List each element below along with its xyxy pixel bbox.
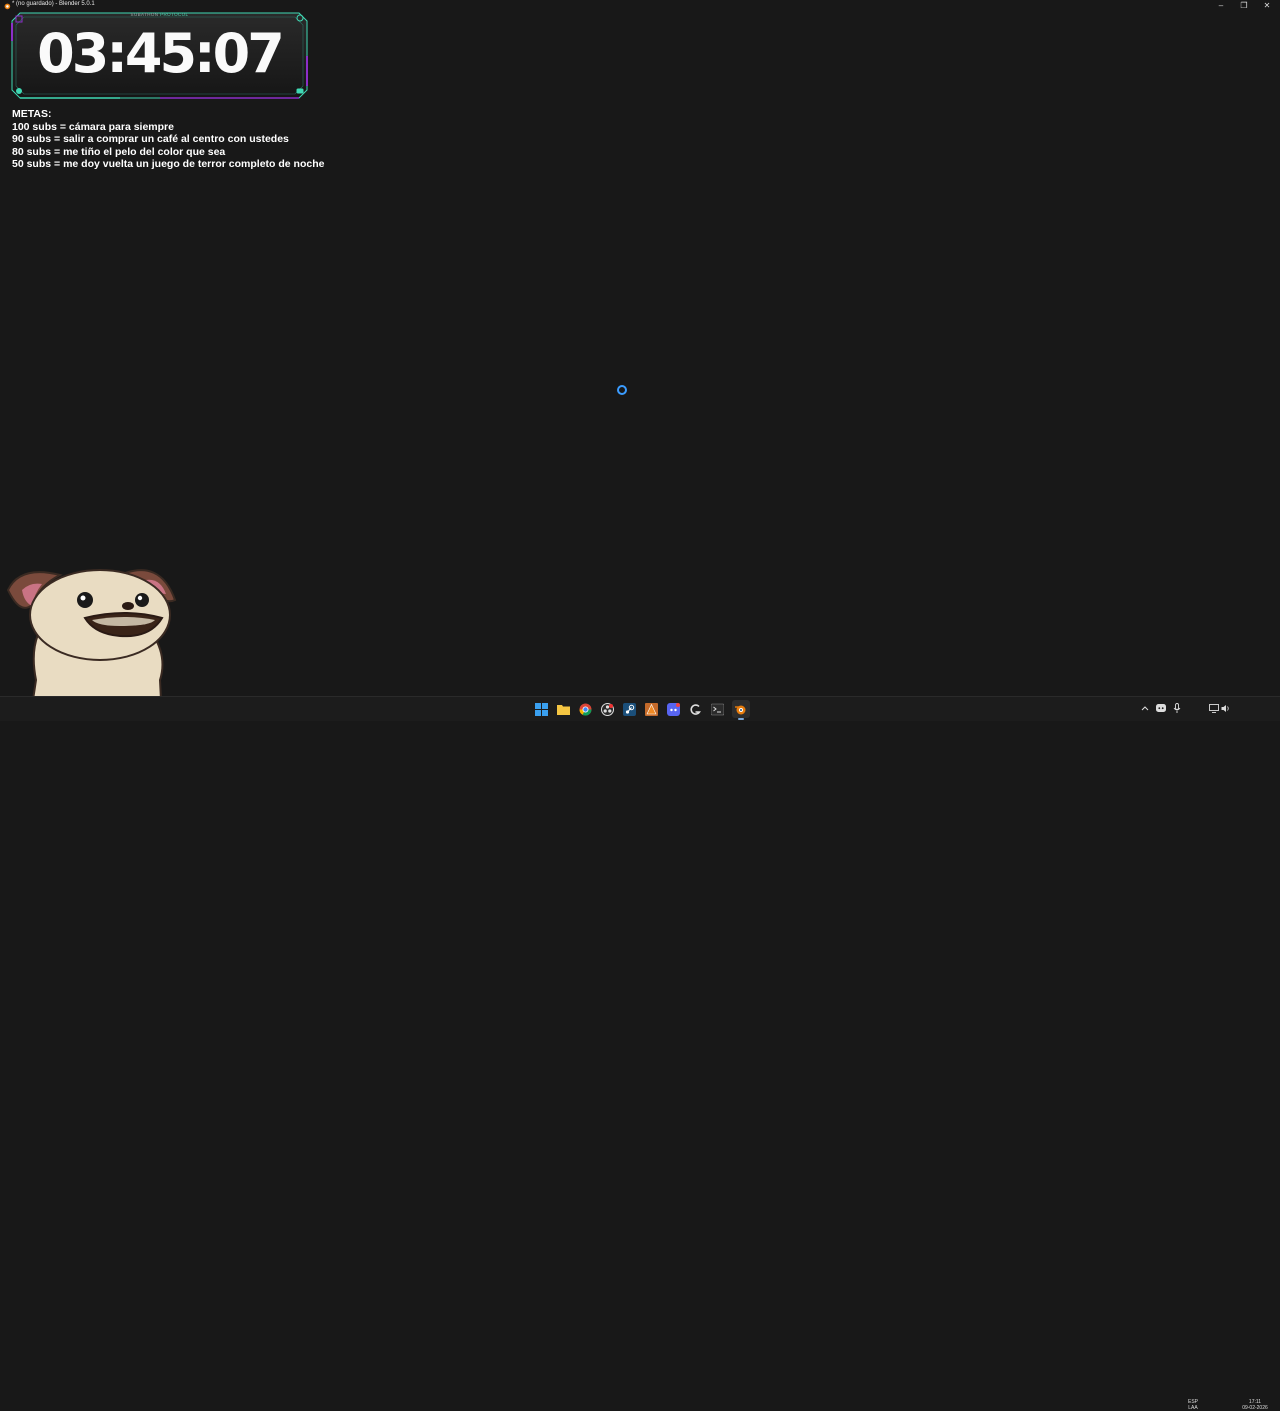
minimize-button[interactable]: – [1210, 0, 1232, 11]
loading-cursor-icon [617, 385, 627, 395]
restore-button[interactable]: ❐ [1233, 0, 1255, 11]
timer-tag-primary: SUBATHON [130, 12, 159, 17]
close-button[interactable]: ✕ [1256, 0, 1278, 11]
subathon-timer-widget: SUBATHON PROTOCOL 03:45:07 [10, 11, 309, 100]
corner-decoration-icon [15, 15, 23, 23]
gamepad-icon [296, 88, 304, 94]
skull-icon [16, 88, 22, 94]
keyboard-layout: LAA [1188, 1405, 1198, 1411]
corner-decoration-icon [296, 14, 304, 22]
terminal-icon[interactable] [710, 702, 724, 716]
steam-icon[interactable] [622, 702, 636, 716]
restore-icon: ❐ [1240, 1, 1248, 10]
timer-tag: SUBATHON PROTOCOL [10, 12, 309, 17]
timer-value: 03:45:07 [37, 22, 285, 85]
chrome-icon[interactable] [578, 702, 592, 716]
input-language[interactable]: ESP LAA [1188, 1399, 1198, 1411]
g-app-icon[interactable] [688, 702, 702, 716]
chevron-up-icon[interactable] [1139, 702, 1151, 714]
discord-icon[interactable] [666, 702, 680, 716]
window-title: * (no guardado) - Blender 5.0.1 [12, 1, 95, 7]
taskbar: ESP LAA 17:11 09-02-2026 [0, 696, 1280, 1411]
goal-item: 50 subs = me doy vuelta un juego de terr… [12, 158, 325, 171]
file-explorer-icon[interactable] [556, 702, 570, 716]
tray-discord-icon[interactable] [1155, 702, 1167, 714]
start-menu-icon[interactable] [534, 702, 548, 716]
blender-icon[interactable] [733, 702, 747, 716]
goals-list: METAS: 100 subs = cámara para siempre 90… [12, 108, 324, 171]
network-icon[interactable] [1208, 702, 1220, 714]
timer-tag-accent: PROTOCOL [160, 12, 189, 17]
blender-app-icon [4, 3, 11, 10]
close-icon: ✕ [1263, 1, 1271, 10]
goal-item: 80 subs = me tiño el pelo del color que … [12, 145, 226, 158]
goals-heading: METAS: [12, 108, 52, 120]
goal-item: 90 subs = salir a comprar un café al cen… [12, 133, 289, 146]
clock-date: 09-02-2026 [1242, 1405, 1268, 1411]
vlc-icon[interactable] [644, 702, 658, 716]
microphone-icon[interactable] [1171, 702, 1183, 714]
volume-icon[interactable] [1220, 702, 1232, 714]
minimize-icon: – [1218, 1, 1224, 10]
obs-icon[interactable] [600, 702, 614, 716]
clock[interactable]: 17:11 09-02-2026 [1238, 1399, 1272, 1411]
goal-item: 100 subs = cámara para siempre [12, 120, 174, 133]
